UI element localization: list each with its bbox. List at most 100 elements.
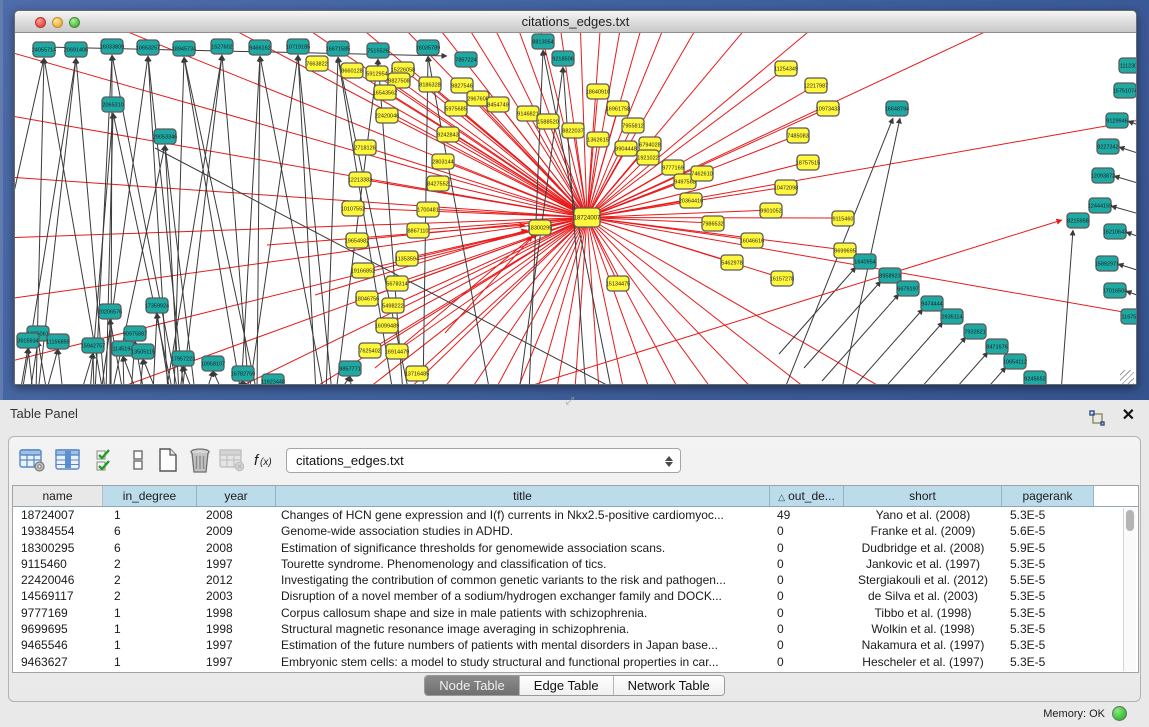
network-node[interactable]: 9115460 [832,211,854,226]
network-node[interactable]: 8471676 [986,339,1008,354]
column-header-title[interactable]: title [276,486,770,506]
show-columns-button[interactable] [53,445,83,475]
network-node[interactable]: 9474444 [921,296,943,311]
network-node[interactable]: 18945734 [172,41,196,56]
network-window-titlebar[interactable]: citations_edges.txt [15,11,1136,33]
column-header-pagerank[interactable]: pagerank [1002,486,1094,506]
network-node[interactable]: 17359924 [145,298,169,313]
network-node[interactable]: 10472098 [774,180,798,195]
network-node[interactable]: 16210643 [1103,224,1127,239]
network-node[interactable]: 8454749 [487,97,509,112]
network-node[interactable]: 10107552 [341,201,365,216]
window-resize-grip[interactable] [1120,370,1134,384]
network-node[interactable]: 8822037 [562,123,584,138]
table-row[interactable]: 946362711997Embryonic stem cells: a mode… [13,654,1138,670]
network-node[interactable]: 2718126 [354,140,376,155]
table-selector-dropdown[interactable]: citations_edges.txt [286,448,681,473]
network-node[interactable]: 15751074 [1113,83,1136,98]
network-node[interactable]: 1167533 [1121,309,1136,324]
network-node[interactable]: 7462610 [691,166,713,181]
network-node[interactable]: 20691406 [64,42,88,57]
tab-node-table[interactable]: Node Table [425,676,520,695]
network-node[interactable]: 16914479 [385,344,409,359]
network-node[interactable]: 15134475 [606,276,630,291]
network-node[interactable]: 1362615 [587,132,609,147]
network-node[interactable]: 1112305 [1119,58,1136,73]
network-node[interactable]: 16046616 [740,233,764,248]
network-node[interactable]: 5498222 [382,298,404,313]
network-node[interactable]: 16961758 [606,101,630,116]
function-builder-button[interactable]: f (x) [251,445,281,475]
network-node[interactable]: 5975685 [445,101,467,116]
network-node[interactable]: 1640954 [854,254,876,269]
network-node[interactable]: 11353594 [395,251,419,266]
tab-network-table[interactable]: Network Table [614,676,724,695]
network-canvas[interactable]: 2405571420691406160338091065325718945734… [15,33,1136,385]
network-node[interactable]: 29053346 [153,129,177,144]
scrollbar-thumb[interactable] [1126,510,1134,531]
network-node[interactable]: 7857224 [455,52,477,67]
table-row[interactable]: 1456911722003Disruption of a novel membe… [13,588,1138,604]
network-node[interactable]: 9777169 [662,160,684,175]
tab-edge-table[interactable]: Edge Table [520,676,614,695]
network-hub-node[interactable]: 18724007 [574,208,601,227]
network-node[interactable]: 18640910 [586,84,610,99]
network-node[interactable]: 15892971 [1095,256,1119,271]
network-node[interactable]: 10973433 [816,101,840,116]
network-node[interactable]: 16648794 [885,101,909,116]
network-node[interactable]: 1700481 [417,202,439,217]
network-node[interactable]: 10654112 [1003,354,1027,369]
network-node[interactable]: 8186328 [419,77,441,92]
network-node[interactable]: 18757515 [796,155,820,170]
network-node[interactable]: 20364416 [679,193,703,208]
network-node[interactable]: 7625402 [359,343,381,358]
network-node[interactable]: 9218506 [552,51,574,66]
table-row[interactable]: 1872400712008Changes of HCN gene express… [13,507,1138,523]
network-node[interactable]: 12217987 [804,78,828,93]
network-node[interactable]: 11923448 [261,374,285,385]
network-node[interactable]: 9242843 [437,127,459,142]
network-node[interactable]: 2065310 [102,97,124,112]
network-node[interactable]: 12093872 [1091,168,1115,183]
network-node[interactable]: 9146821 [517,106,539,121]
column-header-in_degree[interactable]: in_degree [103,486,197,506]
network-node[interactable]: 7663822 [306,56,328,71]
network-node[interactable]: 11156859 [46,334,70,349]
network-node[interactable]: 1527602 [211,39,233,54]
network-node[interactable]: 9245652 [1024,371,1046,385]
vertical-scrollbar[interactable] [1123,508,1136,671]
network-node[interactable]: 19654982 [345,233,369,248]
network-node[interactable]: 9904448 [615,141,637,156]
network-node[interactable]: 5912954 [366,66,388,81]
network-node[interactable]: 7986532 [702,216,724,231]
network-node[interactable]: 2967608 [467,91,489,106]
table-row[interactable]: 911546021997Tourette syndrome. Phenomeno… [13,556,1138,572]
network-node[interactable]: 8867110 [407,223,429,238]
network-node[interactable]: 20206576 [98,304,122,319]
network-node[interactable]: 22420046 [375,108,399,123]
network-node[interactable]: 5462978 [721,255,743,270]
select-columns-button[interactable] [91,445,121,475]
column-header-short[interactable]: short [844,486,1002,506]
network-node[interactable]: 12213383 [348,172,372,187]
table-row[interactable]: 1830029562008Estimation of significance … [13,540,1138,556]
network-node[interactable]: 9129946 [1106,113,1128,128]
network-node[interactable]: 16099489 [375,318,399,333]
split-rows-button[interactable] [123,445,153,475]
network-node[interactable]: 16543562 [373,85,397,100]
table-row[interactable]: 2242004622012Investigating the contribut… [13,572,1138,588]
network-node[interactable]: 8215958 [1067,213,1089,228]
network-node[interactable]: 16782759 [231,366,255,381]
network-node[interactable]: 9227342 [1097,139,1119,154]
network-node[interactable]: 16157278 [770,271,794,286]
float-panel-icon[interactable] [1088,409,1105,426]
network-node[interactable]: 3915934 [17,333,39,348]
network-node[interactable]: 1588520 [537,114,559,129]
close-panel-icon[interactable]: ✕ [1122,405,1135,425]
network-node[interactable]: 10719185 [286,39,310,54]
network-node[interactable]: 18046756 [355,291,379,306]
table-row[interactable]: 977716911998Corpus callosum shape and si… [13,605,1138,621]
network-node[interactable]: 9901052 [760,203,782,218]
column-header-out_de[interactable]: △out_de... [770,486,844,506]
panel-resize-cursor[interactable]: ⤢ [566,396,574,407]
